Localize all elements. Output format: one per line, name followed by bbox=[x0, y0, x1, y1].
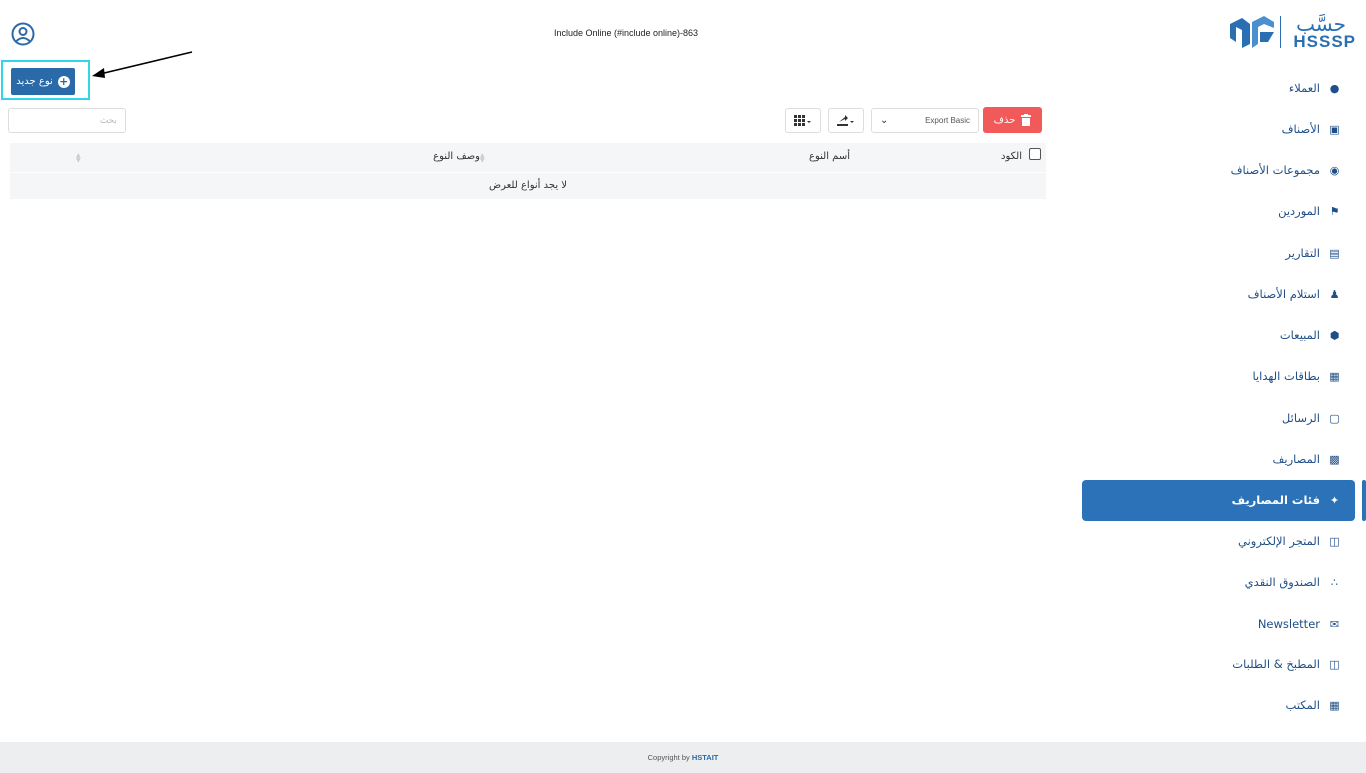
sidebar-item-label: المصاريف bbox=[1272, 452, 1320, 466]
logo[interactable]: حسَّب HSSSP bbox=[1228, 12, 1356, 52]
box-icon: ▣ bbox=[1329, 122, 1340, 136]
sidebar-item-label: مجموعات الأصناف bbox=[1230, 163, 1320, 177]
delete-label: حذف bbox=[993, 114, 1016, 126]
sidebar-item-label: فئات المصاريف bbox=[1231, 493, 1320, 507]
sort-icon[interactable]: ▲ ▼ bbox=[480, 153, 486, 164]
people-icon: ♟ bbox=[1329, 287, 1340, 301]
logo-text-en: HSSSP bbox=[1293, 32, 1356, 51]
sidebar-item-label: بطاقات الهدايا bbox=[1252, 369, 1320, 383]
sidebar-item-customers[interactable]: ● العملاء bbox=[1289, 70, 1341, 106]
cash-icon: ∴ bbox=[1331, 575, 1338, 589]
column-header-code[interactable]: الكود bbox=[970, 151, 1030, 162]
supplier-icon: ⚑ bbox=[1329, 204, 1340, 218]
user-profile-icon[interactable] bbox=[11, 22, 35, 46]
grid-icon bbox=[794, 114, 811, 126]
new-type-label: نوع جديد bbox=[16, 76, 53, 87]
export-select-value: Export Basic bbox=[925, 116, 970, 125]
sidebar-item-label: المتجر الإلكتروني bbox=[1237, 534, 1320, 548]
sidebar-item-expense-categories[interactable]: ✦ فئات المصاريف bbox=[1232, 482, 1341, 518]
sidebar-item-kitchen-orders[interactable]: ◫ المطبخ & الطلبات bbox=[1232, 646, 1341, 682]
sidebar-active-indicator bbox=[1362, 480, 1366, 521]
column-header-name[interactable]: أسم النوع bbox=[750, 151, 850, 162]
sidebar-item-label: Newsletter bbox=[1257, 617, 1320, 631]
new-type-button[interactable]: + نوع جديد bbox=[11, 68, 75, 95]
footer-brand-link[interactable]: HSTAIT bbox=[692, 753, 719, 762]
sidebar-item-label: المكتب bbox=[1285, 698, 1320, 712]
message-icon: ▢ bbox=[1329, 411, 1340, 425]
sidebar-item-receiving[interactable]: ♟ استلام الأصناف bbox=[1248, 276, 1341, 312]
sidebar-item-label: العملاء bbox=[1288, 81, 1320, 95]
sidebar-item-label: استلام الأصناف bbox=[1247, 287, 1320, 301]
column-header-description[interactable]: وصف النوع bbox=[360, 151, 480, 162]
kitchen-icon: ◫ bbox=[1329, 657, 1340, 671]
sidebar-item-online-store[interactable]: ◫ المتجر الإلكتروني bbox=[1238, 523, 1341, 559]
sidebar-item-label: الأصناف bbox=[1281, 122, 1320, 136]
empty-message: لا يجد أنواع للعرض bbox=[10, 172, 1046, 199]
plus-circle-icon: + bbox=[57, 74, 70, 88]
sidebar-item-gift-cards[interactable]: ▦ بطاقات الهدايا bbox=[1252, 358, 1341, 394]
users-icon: ● bbox=[1329, 81, 1340, 95]
export-button[interactable] bbox=[828, 108, 864, 133]
sidebar-item-label: الصندوق النقدي bbox=[1244, 575, 1320, 589]
hand-money-icon: ✦ bbox=[1329, 493, 1340, 507]
table-header: الكود أسم النوع ▲ ▼ وصف النوع ▲ ▼ bbox=[10, 143, 1046, 172]
sidebar-item-expenses[interactable]: ▩ المصاريف bbox=[1273, 441, 1341, 477]
export-icon bbox=[837, 114, 854, 126]
search-input[interactable] bbox=[8, 108, 126, 133]
newsletter-icon: ✉ bbox=[1329, 617, 1340, 631]
types-table: الكود أسم النوع ▲ ▼ وصف النوع ▲ ▼ لا يجد أ… bbox=[10, 143, 1046, 199]
trash-icon bbox=[1021, 114, 1032, 126]
footer: Copyright by HSTAIT bbox=[0, 742, 1366, 773]
sidebar-item-label: التقارير bbox=[1285, 246, 1320, 260]
gift-icon: ▦ bbox=[1329, 369, 1340, 383]
select-all-checkbox[interactable] bbox=[1029, 148, 1041, 160]
money-icon: ▩ bbox=[1329, 452, 1340, 466]
delete-button[interactable]: حذف bbox=[983, 107, 1042, 133]
sidebar-item-items[interactable]: ▣ الأصناف bbox=[1282, 111, 1341, 147]
sidebar-item-label: الموردين bbox=[1278, 204, 1320, 218]
logo-divider bbox=[1280, 16, 1281, 48]
report-icon: ▤ bbox=[1329, 246, 1340, 260]
office-icon: ▦ bbox=[1329, 698, 1340, 712]
sidebar-item-item-groups[interactable]: ◉ مجموعات الأصناف bbox=[1231, 152, 1341, 188]
sidebar-item-label: الرسائل bbox=[1281, 411, 1320, 425]
chevron-down-icon: ⌄ bbox=[880, 115, 889, 126]
circle-dot-icon: ◉ bbox=[1329, 163, 1340, 177]
sidebar-item-label: المبيعات bbox=[1279, 328, 1320, 342]
columns-toggle-button[interactable] bbox=[785, 108, 821, 133]
sidebar-item-suppliers[interactable]: ⚑ الموردين bbox=[1278, 193, 1341, 229]
sidebar-item-cash-box[interactable]: ∴ الصندوق النقدي bbox=[1245, 564, 1341, 600]
annotation-arrow-icon bbox=[92, 51, 193, 78]
logo-mark-icon bbox=[1230, 16, 1274, 48]
store-icon: ◫ bbox=[1329, 534, 1340, 548]
sort-icon[interactable]: ▲ ▼ bbox=[76, 153, 82, 164]
sidebar-item-messages[interactable]: ▢ الرسائل bbox=[1282, 400, 1341, 436]
app-root: Include Online (#include online)-863 حسَ… bbox=[0, 0, 1366, 773]
sidebar-item-label: المطبخ & الطلبات bbox=[1232, 657, 1320, 671]
export-type-select[interactable]: ⌄ Export Basic bbox=[871, 108, 979, 133]
page-title: Include Online (#include online)-863 bbox=[553, 28, 699, 38]
sidebar-item-sales[interactable]: ⬢ المبيعات bbox=[1280, 317, 1341, 353]
sidebar-item-newsletter[interactable]: ✉ Newsletter bbox=[1258, 606, 1341, 642]
sales-icon: ⬢ bbox=[1329, 328, 1340, 342]
sidebar-item-office[interactable]: ▦ المكتب bbox=[1286, 687, 1341, 723]
sidebar-item-reports[interactable]: ▤ التقارير bbox=[1285, 235, 1341, 271]
footer-copyright: Copyright by bbox=[647, 753, 692, 762]
